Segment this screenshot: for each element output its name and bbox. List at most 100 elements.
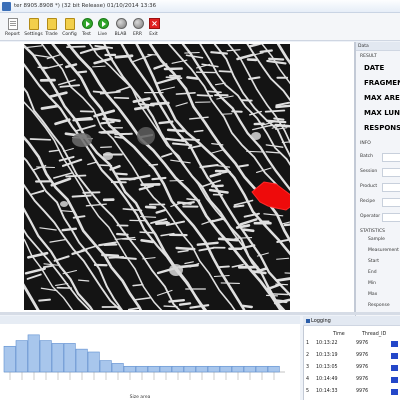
log-row[interactable]: 4 10:14:49 9976 xyxy=(306,374,400,385)
log-row-number: 2 xyxy=(306,353,310,358)
result-section-label: RESULT xyxy=(360,54,377,59)
settings-button[interactable]: Settings xyxy=(24,15,43,39)
histogram-xlabel: Size area xyxy=(130,394,151,400)
stat-sample-label: Sample xyxy=(368,237,385,242)
histogram-bar xyxy=(27,334,40,373)
histogram-bar xyxy=(195,365,208,373)
histogram-bar xyxy=(207,365,220,373)
log-thread: 9976 xyxy=(356,389,369,394)
report-button[interactable]: Report xyxy=(4,15,21,39)
stat-min-label: Min xyxy=(368,281,376,286)
toolbar: Report Settings Trade Config Test Live B… xyxy=(0,13,400,41)
histogram-bar xyxy=(255,365,268,373)
histogram-bar xyxy=(135,365,148,373)
histogram-bar xyxy=(87,351,100,373)
app-icon xyxy=(2,2,11,11)
info-batch-label: Batch xyxy=(360,154,373,159)
histogram-bar xyxy=(3,345,16,373)
trade-icon xyxy=(47,18,57,30)
log-thread: 9976 xyxy=(356,341,369,346)
stat-start-label: Start xyxy=(368,259,379,264)
result-max-lung: MAX LUNG xyxy=(364,109,400,117)
report-label: Report xyxy=(5,32,20,37)
window-title: ter 8905.8908 *) (32 bit Release) 01/10/… xyxy=(14,3,157,9)
histogram-bar xyxy=(147,365,160,373)
histogram-bar xyxy=(99,360,112,373)
stat-response-label: Response xyxy=(368,303,390,308)
info-product-label: Product xyxy=(360,184,378,189)
result-max-area: MAX AREA xyxy=(364,94,400,102)
log-thread: 9976 xyxy=(356,377,369,382)
histogram-bar xyxy=(75,348,88,373)
histogram-header xyxy=(0,316,300,324)
err-icon xyxy=(133,18,144,29)
histogram-bar xyxy=(159,365,172,373)
data-panel-header: Data xyxy=(356,42,400,51)
log-row[interactable]: 5 10:14:33 9976 xyxy=(306,386,400,397)
config-icon xyxy=(65,18,75,30)
statistics-section-label: STATISTICS xyxy=(360,229,385,234)
log-row-number: 4 xyxy=(306,377,310,382)
recipe-field[interactable] xyxy=(382,198,400,207)
histogram-bar xyxy=(15,340,28,373)
log-time: 10:13:05 xyxy=(316,365,338,370)
histogram-bar xyxy=(219,365,232,373)
report-icon xyxy=(8,18,18,30)
histogram-bar xyxy=(123,365,136,373)
data-panel: Data RESULT DATE FRAGMENT MAX AREA MAX L… xyxy=(355,42,400,320)
settings-icon xyxy=(29,18,39,30)
log-thread: 9976 xyxy=(356,365,369,370)
info-section-label: INFO xyxy=(360,141,371,146)
micrograph-svg xyxy=(24,44,290,310)
trade-button[interactable]: Trade xyxy=(43,15,60,39)
histogram-bar xyxy=(231,365,244,373)
log-col-thread: Thread_ID xyxy=(362,332,387,337)
log-time: 10:13:22 xyxy=(316,341,338,346)
exit-label: Exit xyxy=(149,32,158,37)
log-row[interactable]: 2 10:13:19 9976 xyxy=(306,350,400,361)
log-row-number: 1 xyxy=(306,341,310,346)
log-thread: 9976 xyxy=(356,353,369,358)
live-button[interactable]: Live xyxy=(94,15,111,39)
test-icon xyxy=(82,18,93,29)
log-time: 10:14:49 xyxy=(316,377,338,382)
log-row[interactable]: 3 10:13:05 9976 xyxy=(306,362,400,373)
result-response: RESPONSE xyxy=(364,124,400,132)
stat-max-label: Max xyxy=(368,292,378,297)
info-operator-label: Operator xyxy=(360,214,381,219)
operator-field[interactable] xyxy=(382,213,400,222)
log-col-time: Time xyxy=(333,332,345,337)
stat-measurement-label: Measurement xyxy=(368,248,399,253)
histogram-bar xyxy=(171,365,184,373)
exit-button[interactable]: × Exit xyxy=(145,15,162,39)
stat-end-label: End xyxy=(368,270,377,275)
exit-icon: × xyxy=(149,18,160,29)
log-flag-icon xyxy=(391,377,398,383)
logging-icon xyxy=(306,319,310,323)
micrograph-image[interactable] xyxy=(24,44,290,310)
log-flag-icon xyxy=(391,389,398,395)
logging-header: Logging xyxy=(303,316,400,326)
log-flag-icon xyxy=(391,353,398,359)
log-row-number: 3 xyxy=(306,365,310,370)
histogram-bar xyxy=(183,365,196,373)
histogram-bar xyxy=(63,343,76,373)
blab-icon xyxy=(116,18,127,29)
log-row[interactable]: 1 10:13:22 9976 xyxy=(306,338,400,349)
histogram-bar xyxy=(267,365,280,373)
result-date: DATE xyxy=(364,64,385,72)
log-row-number: 5 xyxy=(306,389,310,394)
session-field[interactable] xyxy=(382,168,400,177)
info-session-label: Session xyxy=(360,169,378,174)
histogram-bar xyxy=(111,363,124,373)
result-fragment: FRAGMENT xyxy=(364,79,400,87)
log-time: 10:14:33 xyxy=(316,389,338,394)
histogram-chart: Size area xyxy=(3,334,285,400)
batch-field[interactable] xyxy=(382,153,400,162)
panel-splitter[interactable] xyxy=(0,312,400,315)
info-recipe-label: Recipe xyxy=(360,199,376,204)
histogram-bar xyxy=(243,365,256,373)
histogram-bar xyxy=(39,340,52,373)
product-field[interactable] xyxy=(382,183,400,192)
log-flag-icon xyxy=(391,365,398,371)
